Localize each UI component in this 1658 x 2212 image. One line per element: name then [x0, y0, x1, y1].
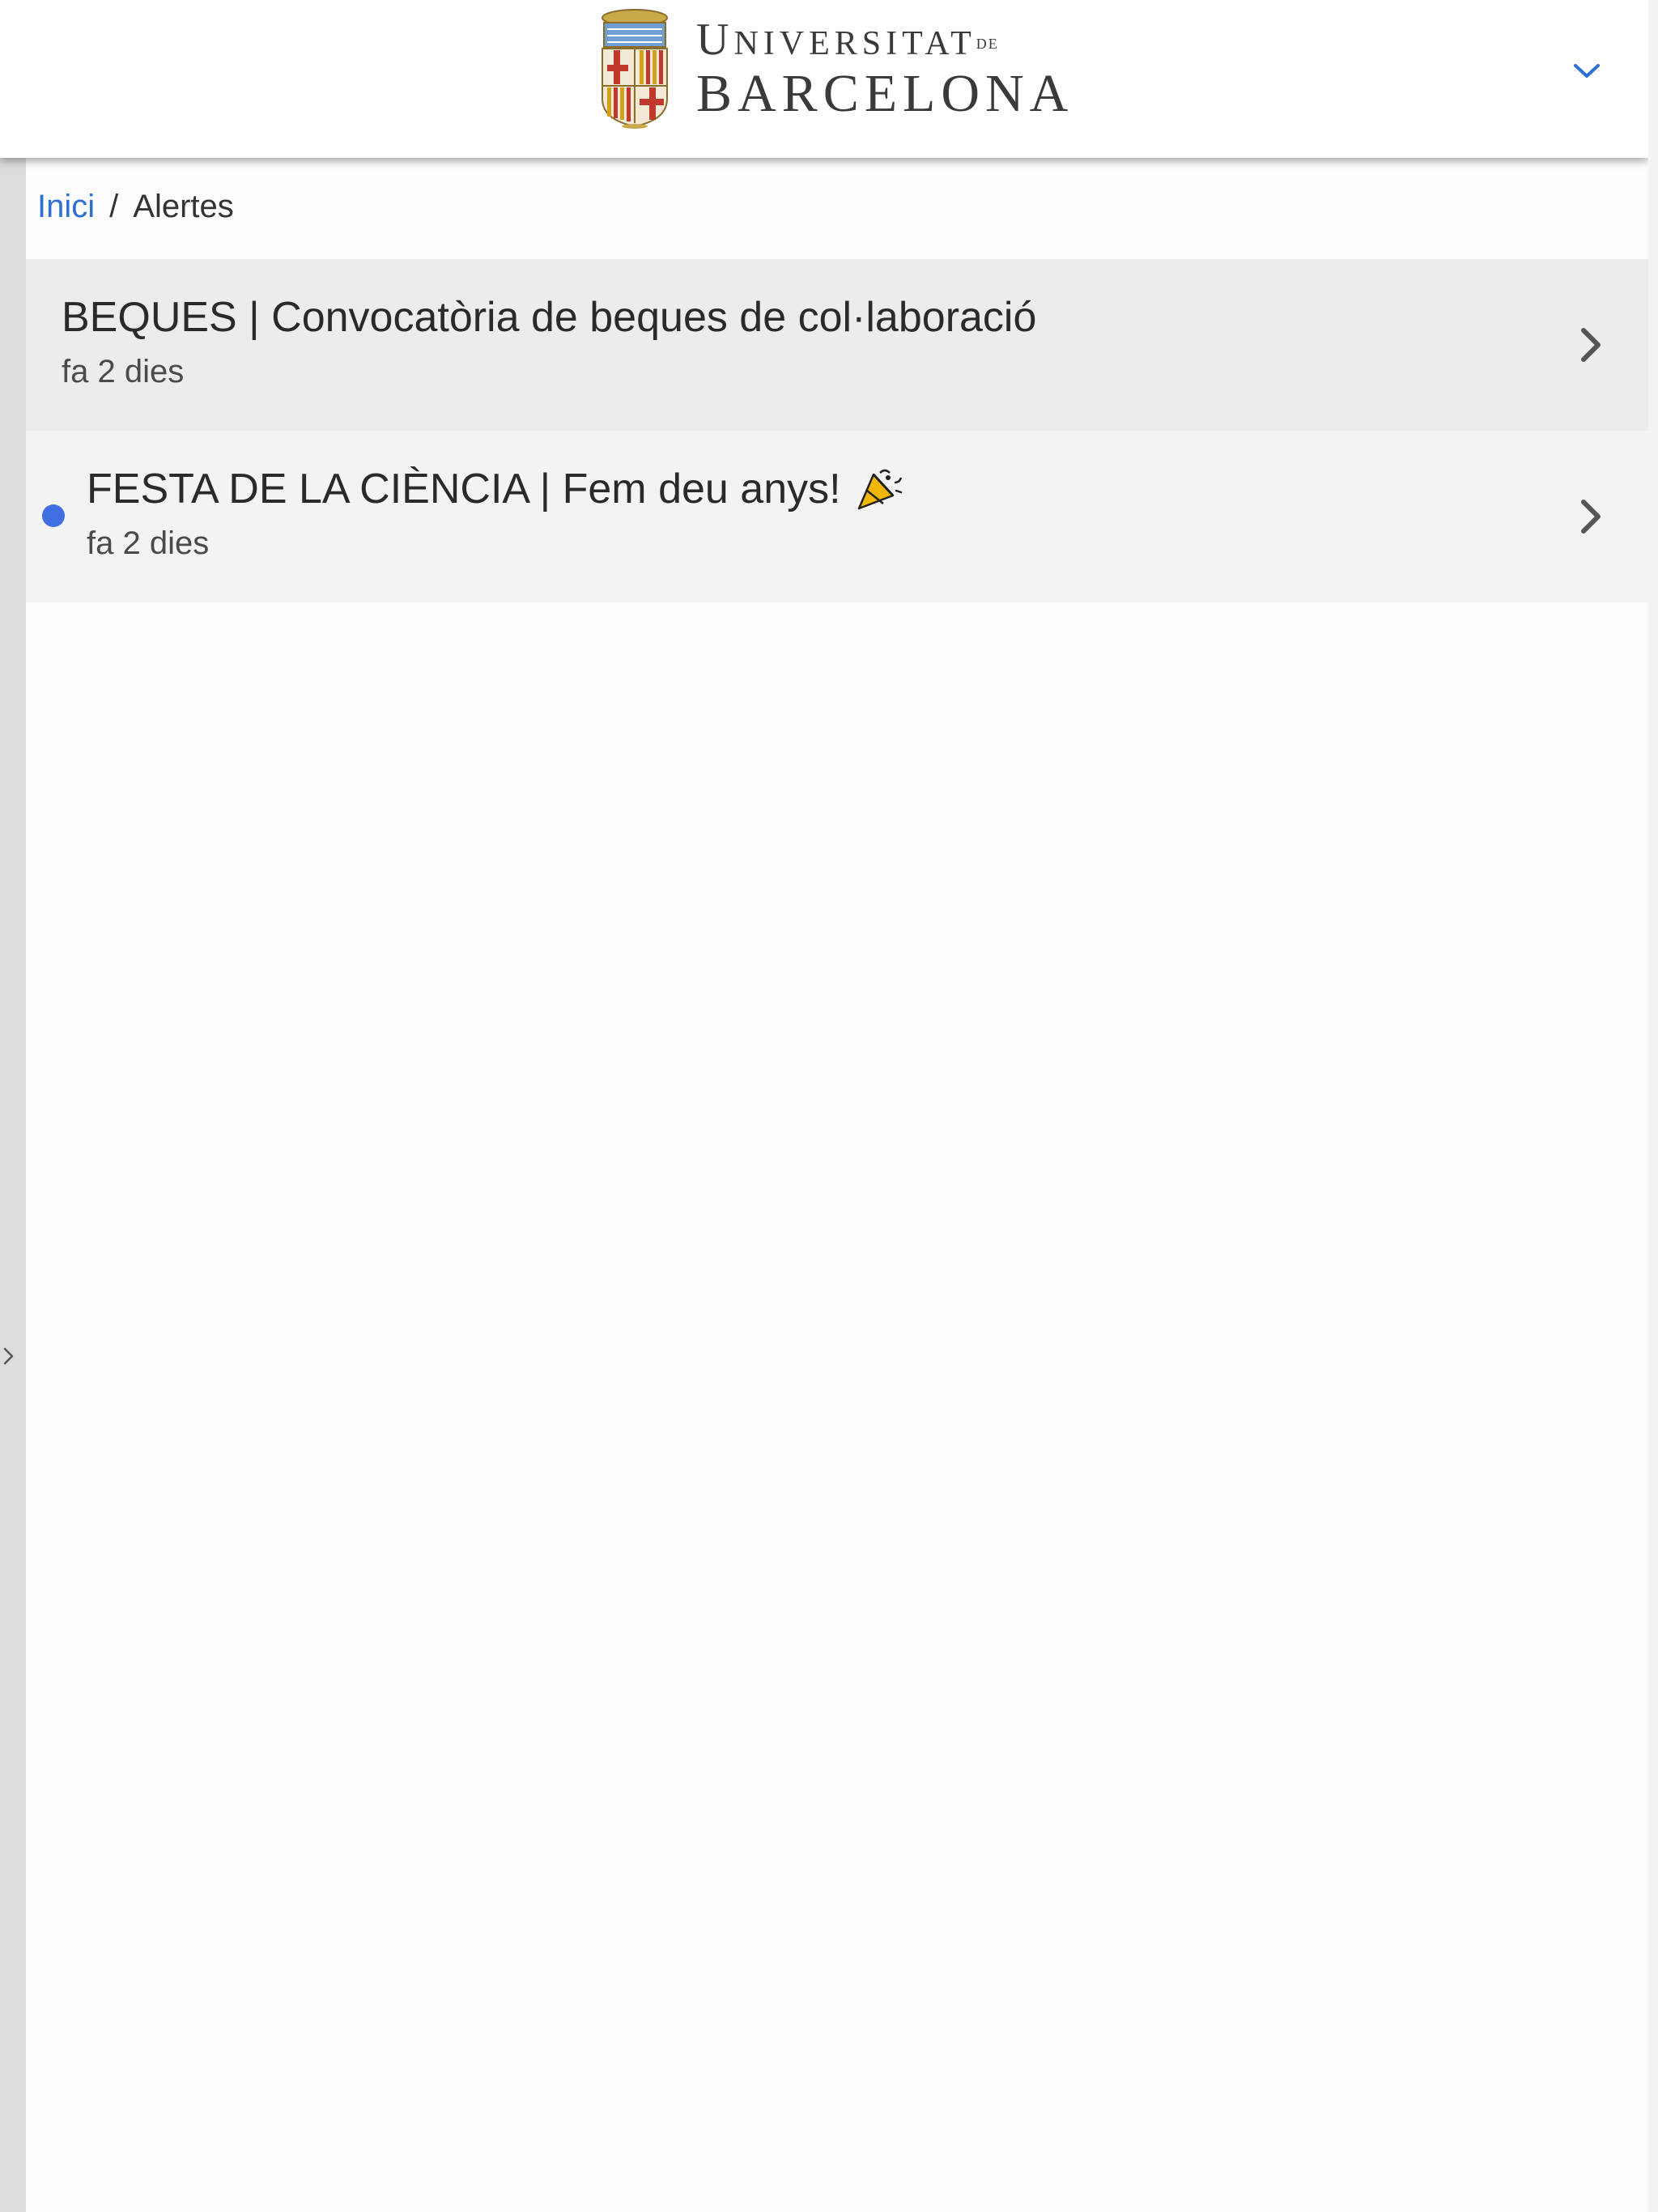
alert-item-beques[interactable]: BEQUES | Convocatòria de beques de col·l… — [26, 259, 1648, 431]
logo-word-de: DE — [976, 36, 999, 53]
breadcrumb-separator: / — [109, 189, 119, 224]
sidebar-expand-toggle[interactable] — [0, 1340, 18, 1372]
party-popper-icon — [857, 469, 902, 510]
alert-timestamp: fa 2 dies — [62, 354, 185, 389]
logo-line-1: UNIVERSITATDE — [696, 17, 1073, 62]
alert-title-row: FESTA DE LA CIÈNCIA | Fem deu anys! — [87, 465, 904, 513]
alert-list: BEQUES | Convocatòria de beques de col·l… — [26, 259, 1648, 602]
alert-title: BEQUES | Convocatòria de beques de col·l… — [62, 294, 1037, 341]
breadcrumb-current: Alertes — [133, 189, 234, 224]
breadcrumb: Inici / Alertes — [37, 189, 234, 225]
alert-timestamp: fa 2 dies — [87, 525, 210, 561]
collapsed-sidebar — [0, 158, 26, 2212]
logo-line-2: BARCELONA — [696, 64, 1074, 123]
unread-indicator-dot — [42, 504, 65, 527]
main-content: Inici / Alertes BEQUES | Convocatòria de b… — [26, 158, 1648, 2212]
alert-title: FESTA DE LA CIÈNCIA | Fem deu anys! — [87, 466, 841, 513]
university-crest-icon — [602, 9, 668, 129]
page-right-edge — [1648, 0, 1658, 2212]
app-header: UNIVERSITATDE BARCELONA — [0, 0, 1648, 158]
chevron-down-icon — [1574, 64, 1600, 78]
alert-item-festa-ciencia[interactable]: FESTA DE LA CIÈNCIA | Fem deu anys! fa 2… — [26, 431, 1648, 602]
chevron-right-icon — [3, 1347, 14, 1365]
logo-word-universitat: NIVERSITAT — [733, 25, 976, 62]
logo-wordmark: UNIVERSITATDE BARCELONA — [696, 17, 1073, 121]
chevron-right-icon — [1581, 328, 1601, 362]
chevron-right-icon — [1581, 500, 1601, 534]
breadcrumb-home-link[interactable]: Inici — [37, 189, 95, 224]
logo-initial: U — [696, 15, 734, 65]
header-menu-toggle[interactable] — [1562, 47, 1611, 96]
university-logo[interactable]: UNIVERSITATDE BARCELONA — [596, 8, 1068, 130]
